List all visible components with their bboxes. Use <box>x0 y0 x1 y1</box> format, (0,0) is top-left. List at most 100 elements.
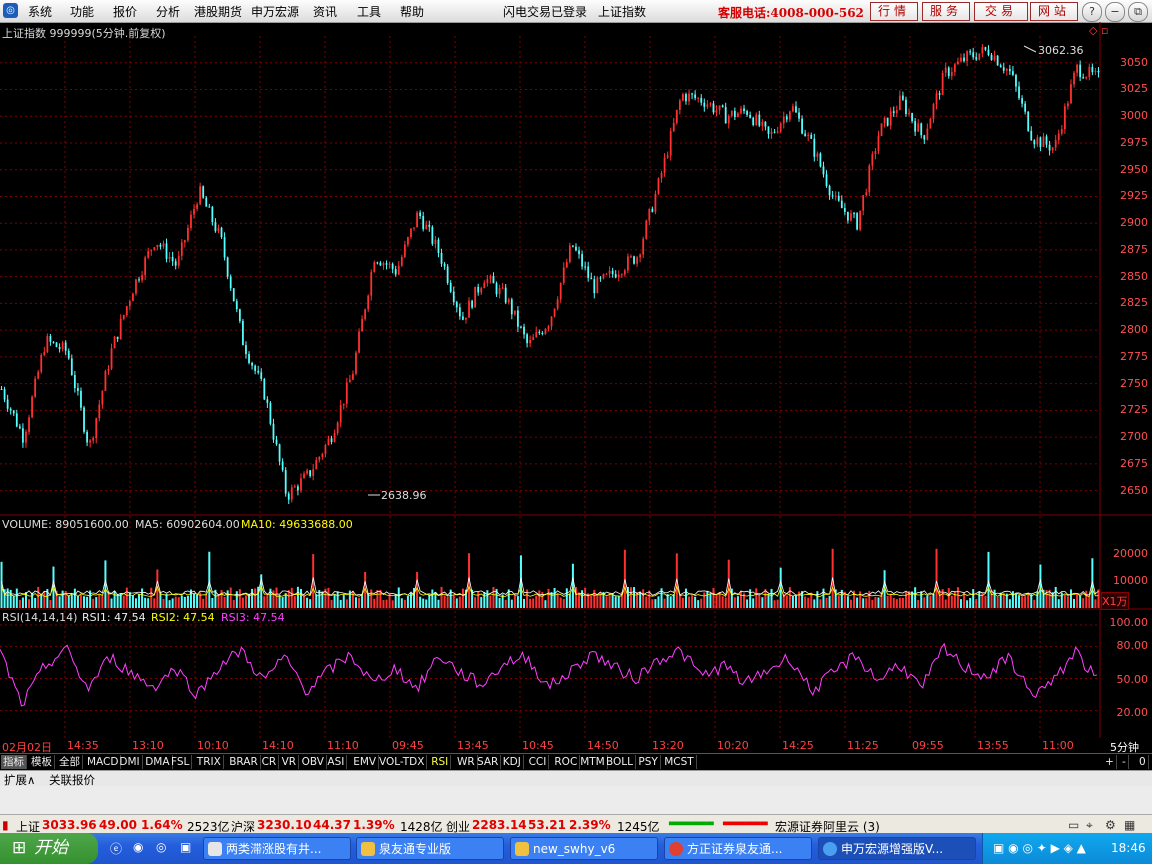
indicator-tab[interactable]: CR <box>260 755 280 769</box>
volume-bar <box>15 588 18 608</box>
volume-bar <box>339 599 342 608</box>
candle-body <box>6 399 9 409</box>
volume-bar <box>315 594 318 608</box>
taskbar-item[interactable]: 泉友通专业版 <box>356 837 504 860</box>
minimize-icon[interactable]: − <box>1105 2 1125 22</box>
candle-body <box>217 227 220 232</box>
indicator-tab[interactable]: BOLL <box>604 755 636 769</box>
volume-bar <box>284 593 287 608</box>
candle-body <box>538 331 541 333</box>
indicator-tab[interactable]: SAR <box>475 755 502 769</box>
indicator-tab[interactable]: ASI <box>325 755 348 769</box>
menu-bar: ◎ 系统 功能 报价 分析 港股期货 申万宏源 资讯 工具 帮助 闪电交易已登录… <box>0 0 1152 23</box>
hs-index-price: 3230.10 <box>257 818 312 832</box>
ie-icon[interactable]: ⓔ <box>110 840 122 857</box>
indicator-tab[interactable]: 指标 <box>1 755 27 769</box>
candle-body <box>804 133 807 137</box>
candle-body <box>776 131 779 133</box>
chrome-icon[interactable]: ◎ <box>156 840 166 854</box>
indicator-tab[interactable]: RSI <box>429 755 452 769</box>
candle-body <box>428 224 431 227</box>
sh-index-price: 3033.96 <box>42 818 97 832</box>
indicator-tab[interactable]: FSL <box>169 755 193 769</box>
indicator-tab[interactable]: DMI <box>117 755 143 769</box>
volume-bar <box>174 596 177 608</box>
indicator-tab[interactable]: PSY <box>636 755 661 769</box>
volume-bar <box>196 594 199 608</box>
help-icon[interactable]: ? <box>1082 2 1102 22</box>
zoom-in-button[interactable]: + <box>1103 755 1117 769</box>
candle-body <box>721 105 724 108</box>
volume-bar <box>171 598 174 608</box>
indicator-tab[interactable]: KDJ <box>501 755 524 769</box>
volume-bar <box>373 598 376 608</box>
candle-body <box>596 277 599 294</box>
candle-body <box>715 110 718 113</box>
lock-icon[interactable]: ▦ <box>1124 818 1135 832</box>
chart-canvas[interactable] <box>0 22 1152 738</box>
menu-item-help[interactable]: 帮助 <box>400 3 424 20</box>
candle-body <box>425 224 428 230</box>
time-label: 13:20 <box>652 739 684 752</box>
browser-icon[interactable]: ◉ <box>133 840 143 854</box>
chart-options-icon[interactable]: ◇ ▫ <box>1089 24 1108 37</box>
chart-area[interactable]: 上证指数 999999(5分钟.前复权) ◇ ▫ 3062.36 2638.96… <box>0 22 1152 738</box>
service-button[interactable]: 服务 <box>922 2 970 21</box>
menu-item-swhy[interactable]: 申万宏源 <box>251 3 299 20</box>
indicator-tab[interactable]: BRAR <box>227 755 261 769</box>
indicator-tab[interactable]: VOL-TDX <box>377 755 428 769</box>
menu-item-function[interactable]: 功能 <box>70 3 94 20</box>
app-logo-icon[interactable]: ◎ <box>3 3 18 18</box>
desktop-icon[interactable]: ▣ <box>180 840 191 854</box>
menu-item-system[interactable]: 系统 <box>28 3 52 20</box>
volume-bar <box>633 587 636 608</box>
restore-icon[interactable]: ⧉ <box>1128 2 1148 22</box>
candle-body <box>156 244 159 248</box>
layout-icon[interactable]: ▭ <box>1068 818 1079 832</box>
candle-body <box>529 339 532 344</box>
menu-item-tools[interactable]: 工具 <box>357 3 381 20</box>
indicator-tab[interactable]: 模板 <box>29 755 55 769</box>
reset-button[interactable]: 0 <box>1137 755 1149 769</box>
indicator-tab[interactable]: CCI <box>527 755 550 769</box>
candle-body <box>110 348 113 369</box>
candle-body <box>581 254 583 267</box>
volume-bar <box>1076 593 1079 608</box>
volume-bar <box>510 599 513 608</box>
candle-body <box>892 111 895 114</box>
candle-body <box>113 336 116 349</box>
menu-item-quote[interactable]: 报价 <box>113 3 137 20</box>
indicator-tab[interactable]: MACD <box>85 755 122 769</box>
volume-bar <box>691 595 694 608</box>
taskbar-item-active[interactable]: 申万宏源增强版V... <box>818 837 976 860</box>
menu-item-news[interactable]: 资讯 <box>313 3 337 20</box>
indicator-tab[interactable]: OBV <box>300 755 327 769</box>
taskbar-item[interactable]: 方正证券泉友通... <box>664 837 812 860</box>
volume-bar <box>403 599 406 608</box>
menu-item-hk-futures[interactable]: 港股期货 <box>194 3 242 20</box>
indicator-tab[interactable]: MCST <box>662 755 697 769</box>
taskbar-item[interactable]: 两类滞涨股有井... <box>203 837 351 860</box>
indicator-tab[interactable]: TRIX <box>195 755 224 769</box>
trade-button[interactable]: 交易 <box>974 2 1028 21</box>
tray-icons[interactable]: ▣ ◉ ◎ ✦ ▶ ◈ ▲ <box>993 841 1086 855</box>
indicator-tab[interactable]: ROC <box>552 755 581 769</box>
start-button[interactable]: ⊞ 开始 <box>0 833 98 864</box>
low-price-label: 2638.96 <box>381 489 427 502</box>
rsi-tick: 100.00 <box>1109 616 1149 629</box>
indicator-tab[interactable]: VR <box>280 755 300 769</box>
zoom-out-button[interactable]: - <box>1120 755 1129 769</box>
quote-button[interactable]: 行情 <box>870 2 918 21</box>
settings-icon[interactable]: ⚙ <box>1105 818 1116 832</box>
candle-body <box>825 174 828 187</box>
volume-bar <box>318 590 321 608</box>
flash-trade-status[interactable]: 闪电交易已登录 <box>503 3 587 20</box>
candle-body <box>752 117 755 125</box>
volume-bar <box>984 595 987 608</box>
indicator-tab[interactable]: 全部 <box>57 755 83 769</box>
indicator-tab[interactable]: EMV <box>351 755 380 769</box>
taskbar-item[interactable]: new_swhy_v6 <box>510 837 658 860</box>
menu-item-analysis[interactable]: 分析 <box>156 3 180 20</box>
candle-body <box>550 316 553 327</box>
website-button[interactable]: 网站 <box>1030 2 1078 21</box>
